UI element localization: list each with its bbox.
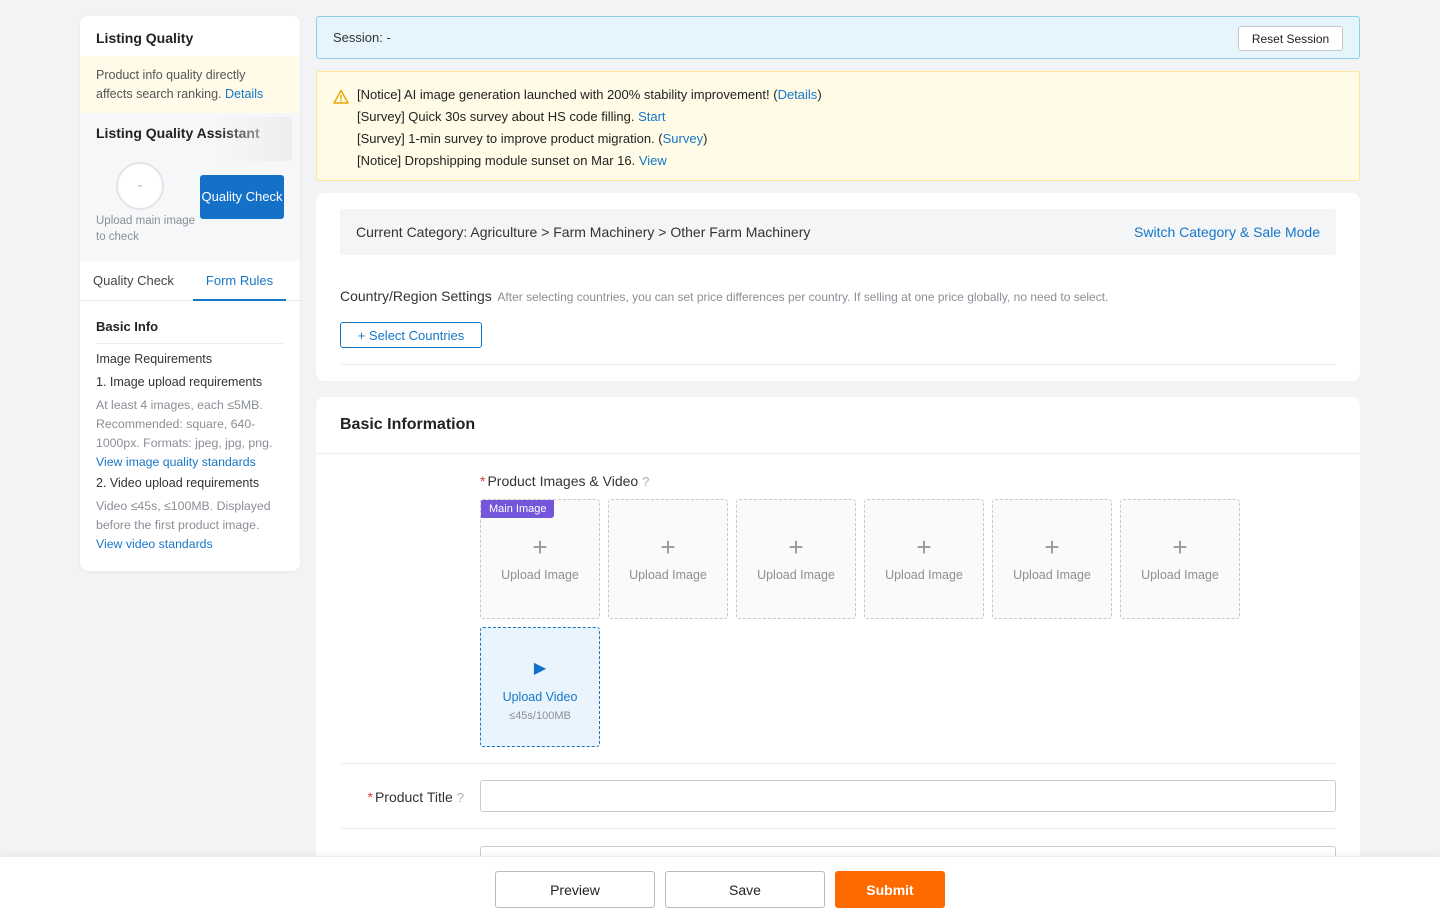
product-title-label-text: Product Title (374, 789, 453, 805)
decorative-illustration (216, 117, 292, 161)
category-card: Current Category: Agriculture > Farm Mac… (316, 193, 1360, 381)
rules-section-title: Basic Info (96, 319, 284, 344)
tab-quality-check[interactable]: Quality Check (80, 261, 187, 301)
action-bar: Preview Save Submit (0, 856, 1440, 920)
plus-icon: + (532, 532, 548, 562)
quality-check-button[interactable]: Quality Check (200, 175, 284, 219)
tab-form-rules[interactable]: Form Rules (192, 261, 287, 301)
upload-image-label: Upload Image (885, 568, 963, 582)
upload-image-label: Upload Image (501, 568, 579, 582)
details-link[interactable]: Details (225, 87, 263, 101)
notice-link[interactable]: Survey (663, 131, 703, 146)
notice-text: [Survey] 1-min survey to improve product… (357, 131, 663, 146)
notice-line: [Notice] Dropshipping module sunset on M… (357, 150, 1359, 172)
help-icon[interactable]: ? (642, 474, 649, 489)
divider (340, 763, 1336, 764)
image-upload-slot[interactable]: + Upload Image (992, 499, 1112, 619)
divider (340, 828, 1336, 829)
notice-line: [Notice] AI image generation launched wi… (357, 84, 1359, 106)
upload-image-label: Upload Image (757, 568, 835, 582)
session-bar: Session: - Reset Session (316, 16, 1360, 59)
notice-text: [Notice] Dropshipping module sunset on M… (357, 153, 639, 168)
video-limit: ≤45s/100MB (509, 710, 571, 722)
notice-text: [Notice] AI image generation launched wi… (357, 87, 778, 102)
divider (316, 453, 1360, 454)
product-title-input[interactable] (480, 780, 1336, 812)
basic-information-card: Basic Information * Product Images & Vide… (316, 397, 1360, 867)
notice-link[interactable]: View (639, 153, 667, 168)
current-category: Current Category: Agriculture > Farm Mac… (356, 224, 811, 240)
listing-quality-panel: Listing Quality Product info quality dir… (80, 16, 300, 571)
required-marker: * (367, 789, 373, 805)
ranking-notice: Product info quality directly affects se… (80, 56, 300, 113)
image-upload-slot[interactable]: + Upload Image (608, 499, 728, 619)
session-label: Session: - (333, 30, 391, 45)
rule-item-title: 2. Video upload requirements (96, 476, 260, 490)
upload-image-label: Upload Image (1013, 568, 1091, 582)
divider (340, 364, 1336, 365)
plus-icon: + (1044, 532, 1060, 562)
notice-suffix: ) (703, 131, 708, 146)
panel-tabs: Quality Check Form Rules (80, 261, 300, 301)
video-standards-link[interactable]: View video standards (96, 535, 284, 554)
country-settings: Country/Region Settings After selecting … (340, 288, 1108, 304)
rule-item-text: Video ≤45s, ≤100MB. Displayed before the… (96, 499, 271, 532)
image-requirements-title: Image Requirements (96, 352, 213, 366)
section-title: Basic Information (340, 416, 476, 433)
quality-score-ring: - (116, 162, 164, 210)
upload-image-label: Upload Image (1141, 568, 1219, 582)
image-upload-slot[interactable]: + Upload Image (1120, 499, 1240, 619)
preview-button[interactable]: Preview (495, 871, 655, 908)
play-icon: ▶ (533, 660, 547, 677)
reset-session-button[interactable]: Reset Session (1238, 26, 1343, 51)
product-images-label-text: Product Images & Video (487, 473, 639, 489)
image-upload-slot-main[interactable]: Main Image + Upload Image (480, 499, 600, 619)
notice-line: [Survey] Quick 30s survey about HS code … (357, 106, 1359, 128)
plus-icon: + (916, 532, 932, 562)
image-upload-slot[interactable]: + Upload Image (736, 499, 856, 619)
form-rules: Basic Info Image Requirements 1. Image u… (80, 301, 300, 554)
notice-line: [Survey] 1-min survey to improve product… (357, 128, 1359, 150)
notice-link[interactable]: Details (778, 87, 818, 102)
select-countries-button[interactable]: + Select Countries (340, 322, 482, 348)
upload-image-label: Upload Image (629, 568, 707, 582)
upload-hint: Upload main image to check (96, 215, 196, 243)
country-settings-title: Country/Region Settings (340, 288, 492, 304)
upload-video-label: Upload Video (502, 690, 578, 704)
plus-icon: + (788, 532, 804, 562)
product-title-label: * Product Title? (367, 789, 464, 805)
save-button[interactable]: Save (665, 871, 825, 908)
image-standards-link[interactable]: View image quality standards (96, 453, 284, 472)
rule-item-text: At least 4 images, each ≤5MB. Recommende… (96, 398, 273, 450)
help-icon[interactable]: ? (457, 790, 464, 805)
rule-item-title: 1. Image upload requirements (96, 375, 263, 389)
plus-icon: + (1172, 532, 1188, 562)
quality-assistant: Listing Quality Assistant - Upload main … (80, 113, 300, 261)
submit-button[interactable]: Submit (835, 871, 945, 908)
category-bar: Current Category: Agriculture > Farm Mac… (340, 209, 1336, 255)
image-upload-slot[interactable]: + Upload Image (864, 499, 984, 619)
notice-text: [Survey] Quick 30s survey about HS code … (357, 109, 639, 124)
video-upload-slot[interactable]: ▶ Upload Video ≤45s/100MB (480, 627, 600, 747)
main-image-tag: Main Image (481, 500, 555, 518)
ranking-notice-text: Product info quality directly affects se… (96, 68, 246, 101)
warning-icon (333, 89, 349, 104)
required-marker: * (480, 473, 486, 489)
country-settings-hint: After selecting countries, you can set p… (497, 290, 1109, 304)
notice-suffix: ) (817, 87, 822, 102)
plus-icon: + (660, 532, 676, 562)
quality-score: - (137, 177, 143, 194)
panel-title: Listing Quality (96, 30, 194, 46)
notice-banner: [Notice] AI image generation launched wi… (316, 71, 1360, 181)
product-images-label: * Product Images & Video? (480, 473, 649, 489)
switch-category-link[interactable]: Switch Category & Sale Mode (1134, 224, 1320, 240)
notice-link[interactable]: Start (638, 109, 665, 124)
